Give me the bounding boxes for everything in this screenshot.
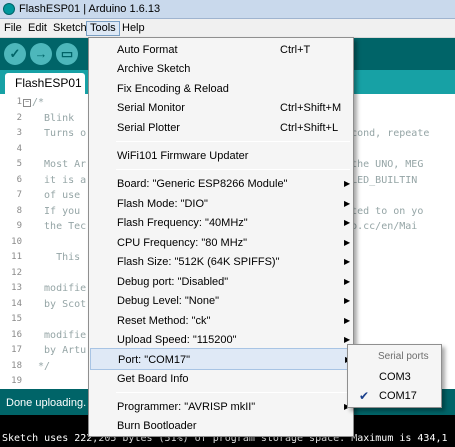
menu-item-burn-bootloader[interactable]: Burn Bootloader [90,415,352,437]
submenu-arrow-icon: ▶ [344,257,351,266]
new-button[interactable]: ▭ [56,43,78,65]
menu-item-board[interactable]: Board: "Generic ESP8266 Module" ▶ [90,173,352,195]
submenu-header: Serial ports [378,351,429,362]
submenu-arrow-icon: ▶ [344,179,351,188]
line-number: 1 [16,97,22,107]
code-line: */ [32,360,51,372]
menu-edit[interactable]: Edit [25,21,50,36]
code-line: This [32,252,81,263]
code-line: modifie [32,283,87,294]
menu-separator [116,141,350,142]
code-line: by Scot [32,298,87,310]
menu-sketch[interactable]: Sketch [50,21,90,36]
upload-button[interactable]: → [30,43,52,65]
line-number: 6 [16,174,22,185]
tab-flashesp01[interactable]: FlashESP01 [5,73,85,94]
arduino-logo-icon [3,3,15,15]
line-number: 5 [16,159,22,169]
line-number: 19 [11,376,22,386]
tools-dropdown-menu: Auto Format Ctrl+T Archive Sketch Fix En… [88,37,354,437]
right-arrow-icon: → [34,46,48,61]
menu-item-flash-frequency[interactable]: Flash Frequency: "40MHz" ▶ [90,212,352,234]
menu-item-debug-level[interactable]: Debug Level: "None" ▶ [90,290,352,312]
code-line: /* [32,97,45,108]
line-number: 17 [11,345,22,355]
checkmark-icon: ✔ [359,389,370,403]
line-number: 2 [16,112,22,123]
code-line: Blink [32,112,75,124]
menu-item-wifi101-updater[interactable]: WiFi101 Firmware Updater [90,145,352,167]
line-number: 11 [11,252,22,262]
menu-separator [116,392,350,393]
status-message: Done uploading. [6,397,87,409]
line-number: 8 [16,205,22,216]
menu-help[interactable]: Help [119,21,148,36]
line-number: 12 [11,267,22,278]
port-option-com3[interactable]: COM3 [349,367,441,387]
line-number: 3 [16,128,22,138]
menu-tools[interactable]: Tools [86,21,120,36]
line-number: 10 [11,236,22,247]
fold-toggle-icon[interactable]: − [23,99,31,107]
line-number: 4 [16,143,22,154]
menu-item-get-board-info[interactable]: Get Board Info [90,368,352,390]
window-title: FlashESP01 | Arduino 1.6.13 [19,3,161,15]
port-submenu: Serial ports COM3 ✔ COM17 [347,344,442,408]
menu-item-port[interactable]: Port: "COM17" ▶ [90,348,352,370]
menu-item-serial-monitor[interactable]: Serial Monitor Ctrl+Shift+M [90,97,352,119]
menu-item-flash-size[interactable]: Flash Size: "512K (64K SPIFFS)" ▶ [90,251,352,273]
submenu-arrow-icon: ▶ [344,218,351,227]
title-bar: FlashESP01 | Arduino 1.6.13 [0,0,455,19]
line-number: 18 [11,360,22,371]
line-number: 14 [11,298,22,309]
menu-file[interactable]: File [1,21,25,36]
line-number: 7 [16,190,22,200]
code-line: by Artu [32,345,87,356]
verify-button[interactable]: ✓ [4,43,26,65]
menu-separator [116,169,350,170]
line-number: 9 [16,221,22,231]
submenu-arrow-icon: ▶ [344,296,351,305]
check-icon: ✓ [9,46,21,61]
port-option-com17[interactable]: ✔ COM17 [349,386,441,406]
menu-bar: File Edit Sketch Tools Help [0,19,455,38]
line-number: 16 [11,329,22,340]
line-number: 13 [11,283,22,293]
new-file-icon: ▭ [60,46,74,61]
line-number-gutter: − 1 2 3 4 5 6 7 8 9 10 11 12 13 14 15 16 17 18 19 [0,94,32,389]
menu-item-serial-plotter[interactable]: Serial Plotter Ctrl+Shift+L [90,117,352,139]
line-number: 15 [11,314,22,324]
menu-item-archive-sketch[interactable]: Archive Sketch [90,58,352,80]
code-line: modifie [32,329,87,341]
